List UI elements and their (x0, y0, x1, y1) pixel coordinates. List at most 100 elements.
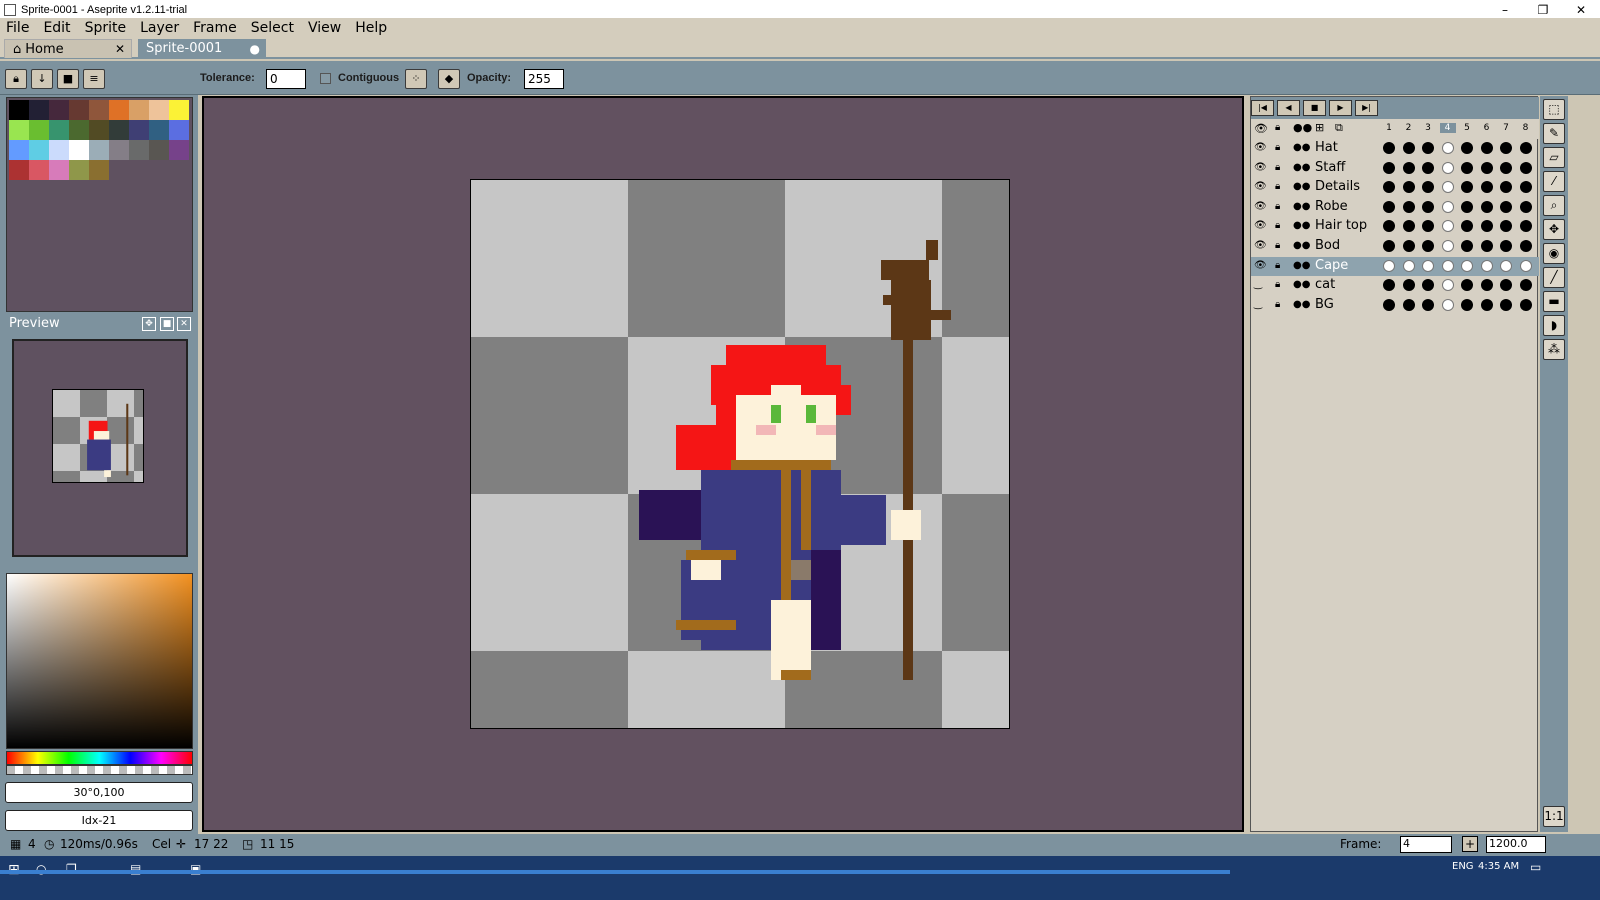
palette-swatch[interactable] (89, 100, 109, 120)
layer-continuous-icon[interactable]: ●● (1293, 220, 1310, 231)
pencil-tool-icon[interactable]: ✎ (1543, 123, 1565, 144)
preview-center-icon[interactable]: ✥ (142, 317, 156, 331)
tab-home[interactable]: ⌂ Home ✕ (4, 39, 132, 58)
frame-cel[interactable] (1461, 220, 1473, 233)
palette-swatch[interactable] (149, 100, 169, 120)
frame-cel[interactable] (1500, 298, 1512, 311)
layer-name[interactable]: Robe (1315, 199, 1381, 214)
frame-cel[interactable] (1461, 200, 1473, 213)
tab-sprite-modified-dot[interactable]: ● (250, 42, 260, 56)
frame-cel[interactable] (1441, 142, 1454, 154)
palette-swatch[interactable] (49, 100, 69, 120)
menu-help[interactable]: Help (355, 20, 387, 36)
layer-continuous-icon[interactable]: ●● (1293, 240, 1310, 251)
layer-lock-icon[interactable]: 🔒︎ (1275, 279, 1280, 290)
palette-swatch[interactable] (129, 100, 149, 120)
eye-icon[interactable]: 👁︎ (1254, 181, 1267, 192)
frame-header[interactable]: 1 (1381, 123, 1397, 133)
frame-cel[interactable] (1480, 298, 1493, 311)
palette-swatch[interactable] (129, 140, 149, 160)
palette-swatch[interactable] (69, 120, 89, 140)
zoom-input[interactable]: 1200.0 (1486, 836, 1546, 853)
layer-continuous-icon[interactable]: ●● (1293, 142, 1310, 153)
frame-cel[interactable] (1402, 200, 1415, 213)
frame-cel[interactable] (1402, 220, 1415, 233)
layer-continuous-icon[interactable]: ●● (1293, 299, 1310, 310)
maximize-button[interactable]: ❐ (1524, 3, 1562, 17)
palette-swatch[interactable] (89, 140, 109, 160)
layer-name[interactable]: Hair top (1315, 218, 1381, 233)
onion-skin-icon[interactable]: ⧉ (1335, 121, 1343, 135)
frame-cel[interactable] (1500, 220, 1512, 233)
frame-cel[interactable] (1480, 279, 1493, 292)
arrow-down-icon[interactable]: ↓ (31, 69, 53, 89)
sprite-canvas[interactable] (470, 179, 1010, 729)
frame-cel[interactable] (1519, 279, 1532, 292)
layer-lock-icon[interactable]: 🔒︎ (1275, 162, 1280, 173)
frame-cel[interactable] (1461, 298, 1473, 311)
frame-cel[interactable] (1480, 200, 1493, 213)
palette-swatch[interactable] (169, 100, 189, 120)
add-frame-button[interactable]: + (1462, 836, 1478, 852)
layer-name[interactable]: Hat (1315, 140, 1381, 155)
menu-select[interactable]: Select (251, 20, 294, 36)
lock-icon[interactable]: 🔒︎ (5, 69, 27, 89)
notifications-icon[interactable]: ▭ (1530, 860, 1541, 874)
palette-swatch[interactable] (69, 100, 89, 120)
hsv-value-field[interactable]: 30°0,100 (5, 782, 193, 803)
move-tool-icon[interactable]: ✥ (1543, 219, 1565, 240)
palette-swatch[interactable] (49, 140, 69, 160)
layer-lock-icon[interactable]: 🔒︎ (1275, 201, 1280, 212)
eye-icon[interactable]: 👁︎ (1254, 162, 1267, 173)
frame-cel[interactable] (1402, 259, 1415, 272)
eraser-tool-icon[interactable]: ▱ (1543, 147, 1565, 168)
menu-icon[interactable]: ≡ (83, 69, 105, 89)
marquee-tool-icon[interactable]: ⬚ (1543, 99, 1565, 120)
menu-view[interactable]: View (308, 20, 341, 36)
layer-row[interactable]: 👁︎ 🔒︎ ●● Hat (1251, 139, 1539, 158)
frame-cel[interactable] (1402, 181, 1415, 194)
palette-swatch[interactable] (9, 160, 29, 180)
layer-row[interactable]: ‿ 🔒︎ ●● cat (1251, 276, 1539, 295)
palette-swatch[interactable] (89, 120, 109, 140)
palette-swatch[interactable] (109, 120, 129, 140)
frame-header[interactable]: 2 (1401, 123, 1417, 133)
layer-link-icon[interactable]: ⊞ (1315, 121, 1324, 134)
tab-home-close-button[interactable]: ✕ (115, 42, 125, 56)
frame-cel[interactable] (1402, 279, 1415, 292)
layer-row[interactable]: 👁︎ 🔒︎ ●● Bod (1251, 237, 1539, 256)
frame-cel[interactable] (1383, 181, 1395, 194)
stop-icon[interactable]: ■ (1303, 100, 1326, 116)
frame-header[interactable]: 6 (1479, 123, 1495, 133)
visibility-header-icon[interactable]: 👁︎ (1254, 122, 1268, 135)
layer-name[interactable]: Cape (1315, 258, 1381, 273)
lock-header-icon[interactable]: 🔒︎ (1275, 122, 1280, 133)
frame-cel[interactable] (1383, 259, 1395, 272)
palette-swatch[interactable] (169, 120, 189, 140)
layer-row[interactable]: ‿ 🔒︎ ●● BG (1251, 296, 1539, 315)
frame-cel[interactable] (1441, 181, 1454, 194)
frame-cel[interactable] (1402, 161, 1415, 174)
preview-fullscreen-icon[interactable]: ■ (160, 317, 174, 331)
hue-slider[interactable] (6, 751, 193, 765)
palette-swatch[interactable] (149, 120, 169, 140)
frame-cel[interactable] (1500, 240, 1512, 252)
menu-sprite[interactable]: Sprite (85, 20, 127, 36)
frame-cel[interactable] (1519, 259, 1532, 272)
rectangle-tool-icon[interactable]: ▬ (1543, 291, 1565, 312)
contour-tool-icon[interactable]: ◗ (1543, 315, 1565, 336)
palette-swatch[interactable] (29, 100, 49, 120)
palette-swatch[interactable] (129, 120, 149, 140)
frame-cel[interactable] (1500, 142, 1512, 154)
layer-lock-icon[interactable]: 🔒︎ (1275, 299, 1280, 310)
frame-cel[interactable] (1402, 142, 1415, 154)
layer-name[interactable]: Details (1315, 179, 1381, 194)
layer-continuous-icon[interactable]: ●● (1293, 260, 1310, 271)
frame-cel[interactable] (1461, 181, 1473, 194)
frame-cel[interactable] (1383, 220, 1395, 233)
layer-row[interactable]: 👁︎ 🔒︎ ●● Staff (1251, 159, 1539, 178)
frame-cel[interactable] (1422, 142, 1434, 154)
eye-icon[interactable]: 👁︎ (1254, 240, 1267, 251)
palette-swatch[interactable] (109, 100, 129, 120)
frame-cel[interactable] (1519, 200, 1532, 213)
